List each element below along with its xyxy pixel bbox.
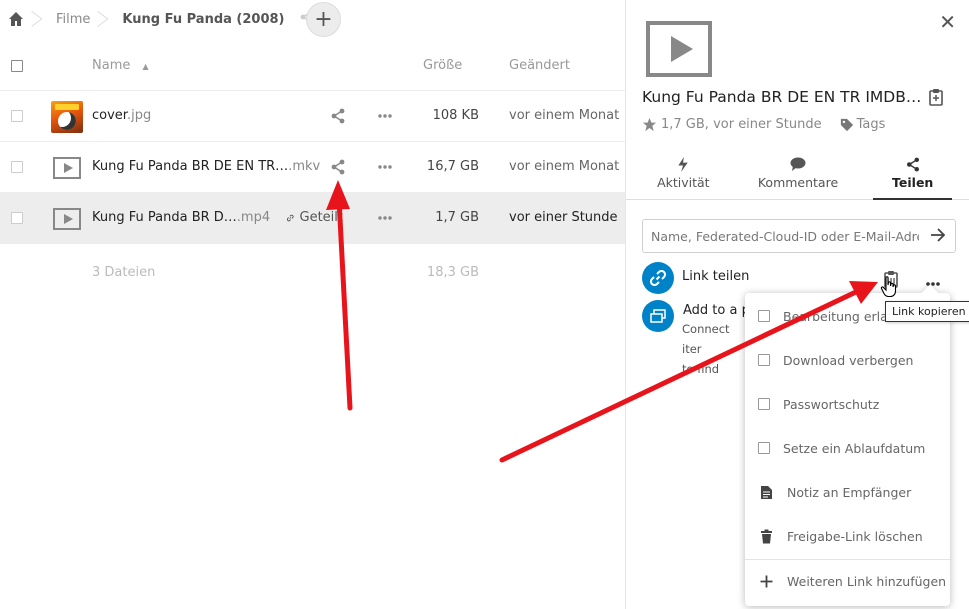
sidebar-file-meta: 1,7 GB, vor einer Stunde Tags: [642, 117, 885, 132]
breadcrumb-item-filme[interactable]: Filme: [24, 0, 90, 38]
video-icon: [646, 21, 712, 77]
sidebar-tabs: Aktivität Kommentare Teilen: [626, 150, 969, 200]
column-size-header[interactable]: Größe: [423, 58, 462, 73]
file-row[interactable]: cover.jpg 108 KB vor einem Monat: [0, 91, 625, 142]
menu-item-label: Weiteren Link hinzufügen: [787, 573, 947, 589]
menu-item-add-link[interactable]: Weiteren Link hinzufügen: [745, 559, 950, 603]
row-checkbox[interactable]: [11, 110, 23, 122]
shared-link-indicator[interactable]: Geteilt: [287, 210, 343, 225]
file-basename: Kung Fu Panda BR DE EN TR…: [92, 159, 289, 174]
menu-item-label: Freigabe-Link löschen: [787, 528, 923, 544]
project-icon: [650, 309, 666, 323]
copy-link-tooltip: Link kopieren: [885, 301, 969, 322]
row-checkbox[interactable]: [11, 212, 23, 224]
share-icon[interactable]: [330, 108, 346, 128]
flash-icon: [678, 157, 689, 172]
project-desc-line: Connect iter: [682, 322, 730, 356]
file-modified: vor einer Stunde: [509, 210, 618, 225]
plus-icon: +: [314, 7, 333, 32]
sort-up-icon: ▲: [142, 62, 149, 71]
file-extension: .jpg: [126, 108, 152, 123]
link-share-label: Link teilen: [682, 269, 750, 284]
note-icon: [758, 485, 774, 500]
share-icon[interactable]: [330, 159, 346, 179]
menu-item-password[interactable]: Passwortschutz: [745, 382, 950, 426]
plus-icon: [758, 575, 774, 588]
hand-cursor-icon: [880, 276, 897, 298]
column-modified-header[interactable]: Geändert: [509, 58, 570, 73]
file-size: 1,7 GB: [435, 210, 479, 225]
share-icon: [906, 157, 919, 172]
sidebar-file-title: Kung Fu Panda BR DE EN TR IMDB…: [642, 88, 922, 106]
menu-item-label: Notiz an Empfänger: [787, 484, 912, 500]
comment-icon: [790, 157, 806, 171]
file-row-selected[interactable]: Kung Fu Panda BR D….mp4 Geteilt 1,7 GB v…: [0, 193, 625, 244]
file-name[interactable]: Kung Fu Panda BR DE EN TR….mkv: [92, 159, 320, 174]
project-description: Connect iter to find: [682, 319, 752, 379]
breadcrumb-separator: [34, 6, 46, 32]
tab-activity[interactable]: Aktivität: [626, 150, 741, 199]
menu-item-note[interactable]: Notiz an Empfänger: [745, 470, 950, 514]
file-row[interactable]: Kung Fu Panda BR DE EN TR….mkv 16,7 GB v…: [0, 142, 625, 193]
file-name[interactable]: Kung Fu Panda BR D….mp4: [92, 210, 270, 225]
checkbox[interactable]: [758, 354, 770, 366]
menu-item-hide-download[interactable]: Download verbergen: [745, 338, 950, 382]
tab-label: Kommentare: [757, 175, 839, 190]
column-name-header[interactable]: Name ▲: [92, 58, 149, 73]
tab-label: Aktivität: [657, 175, 710, 190]
tags-label: Tags: [856, 117, 886, 132]
file-modified: vor einem Monat: [509, 159, 620, 174]
file-list: Name ▲ Größe Geändert cover.jpg 108 KB v…: [0, 40, 625, 302]
link-share-avatar: [642, 262, 674, 294]
file-extension: .mp4: [236, 210, 271, 225]
tags-button[interactable]: Tags: [840, 117, 886, 132]
cover-image-thumbnail: [51, 101, 83, 133]
file-basename: Kung Fu Panda BR D…: [92, 210, 237, 225]
trash-icon: [758, 529, 774, 544]
tab-label: Teilen: [892, 175, 934, 190]
breadcrumb-label: Kung Fu Panda (2008): [122, 11, 285, 27]
column-name-label: Name: [92, 58, 131, 73]
file-name[interactable]: cover.jpg: [92, 108, 151, 123]
shared-label: Geteilt: [299, 210, 344, 225]
new-file-button[interactable]: +: [306, 2, 341, 37]
tab-comments[interactable]: Kommentare: [741, 150, 856, 199]
menu-item-expiration[interactable]: Setze ein Ablaufdatum: [745, 426, 950, 470]
file-count: 3 Dateien: [92, 265, 156, 280]
arrow-right-icon[interactable]: [929, 226, 947, 248]
project-avatar: [642, 300, 674, 332]
checkbox[interactable]: [758, 398, 770, 410]
file-size: 16,7 GB: [426, 159, 479, 174]
menu-item-label: Download verbergen: [783, 352, 914, 368]
menu-item-delete-link[interactable]: Freigabe-Link löschen: [745, 514, 950, 558]
link-icon: [650, 270, 666, 286]
select-all-checkbox[interactable]: [11, 60, 23, 72]
file-extension: .mkv: [288, 159, 321, 174]
file-size: 108 KB: [432, 108, 479, 123]
video-icon: [51, 203, 83, 235]
checkbox[interactable]: [758, 310, 770, 322]
breadcrumb-separator: [100, 6, 112, 32]
menu-item-label: Passwortschutz: [783, 396, 880, 412]
share-link-menu: Bearbeitung erlauben Download verbergen …: [745, 293, 950, 606]
share-search-input[interactable]: [642, 219, 956, 253]
checkbox[interactable]: [758, 442, 770, 454]
file-list-summary: 3 Dateien 18,3 GB: [0, 244, 625, 302]
file-modified: vor einem Monat: [509, 108, 620, 123]
project-desc-line: to find: [682, 362, 720, 376]
file-basename: cover: [92, 108, 127, 123]
menu-item-label: Setze ein Ablaufdatum: [783, 440, 926, 456]
close-icon[interactable]: ✕: [939, 10, 956, 34]
total-size: 18,3 GB: [426, 265, 479, 280]
row-checkbox[interactable]: [11, 161, 23, 173]
file-meta-text: 1,7 GB, vor einer Stunde: [661, 117, 822, 132]
file-list-header: Name ▲ Größe Geändert: [0, 40, 625, 91]
star-icon[interactable]: [642, 117, 657, 132]
link-icon: [287, 214, 294, 221]
clipboard-icon[interactable]: [928, 88, 944, 110]
tag-icon: [840, 118, 853, 131]
video-icon: [51, 152, 83, 184]
breadcrumb-label: Filme: [56, 11, 91, 27]
tab-sharing[interactable]: Teilen: [855, 150, 969, 200]
